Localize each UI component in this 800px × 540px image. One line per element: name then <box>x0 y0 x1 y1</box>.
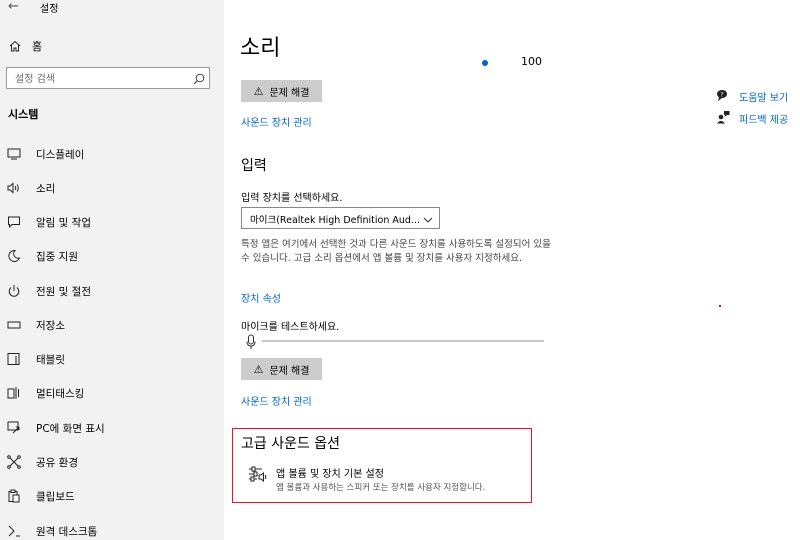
back-arrow-icon[interactable]: ← <box>8 0 19 14</box>
get-help-link[interactable]: ? 도움말 보기 <box>716 87 788 106</box>
input-description: 특정 앱은 여기에서 선택한 것과 다른 사운드 장치를 사용하도록 설정되어 … <box>241 239 551 264</box>
cursor-marker <box>719 305 721 307</box>
app-volume-settings-title: 앱 볼륨 및 장치 기본 설정 <box>276 469 384 480</box>
home-icon <box>6 40 24 52</box>
clipboard-icon <box>6 488 22 504</box>
sidebar-item-remote-desktop[interactable]: 원격 데스크톱 <box>6 522 216 540</box>
search-box[interactable] <box>6 67 210 89</box>
volume-value: 100 <box>521 55 542 68</box>
output-troubleshoot-button[interactable]: ⚠ 문제 해결 <box>241 80 322 102</box>
sidebar-item-label: 알림 및 작업 <box>36 216 91 229</box>
microphone-icon <box>246 334 256 354</box>
moon-icon <box>6 248 22 264</box>
multitasking-icon <box>6 385 22 401</box>
link-label: 피드백 제공 <box>739 115 789 126</box>
storage-icon <box>6 317 22 333</box>
sidebar-item-label: 소리 <box>36 182 56 195</box>
sidebar-item-label: 클립보드 <box>36 490 75 503</box>
search-icon[interactable] <box>192 71 206 90</box>
power-icon <box>6 283 22 299</box>
give-feedback-link[interactable]: 피드백 제공 <box>716 109 788 128</box>
window-title: 설정 <box>40 4 59 15</box>
mic-test-label: 마이크를 테스트하세요. <box>241 322 340 333</box>
remote-desktop-icon <box>6 523 22 539</box>
sidebar-item-label: 전원 및 절전 <box>36 285 91 298</box>
sidebar-item-label: PC에 화면 표시 <box>36 422 105 435</box>
sidebar-item-storage[interactable]: 저장소 <box>6 316 216 334</box>
button-label: 문제 해결 <box>269 365 310 377</box>
monitor-icon <box>6 146 22 162</box>
search-input[interactable] <box>13 70 187 88</box>
device-properties-link[interactable]: 장치 속성 <box>241 290 281 305</box>
sidebar-item-power[interactable]: 전원 및 절전 <box>6 282 216 300</box>
tablet-icon <box>6 351 22 367</box>
notification-icon <box>6 214 22 230</box>
sidebar-item-display[interactable]: 디스플레이 <box>6 145 216 163</box>
sidebar-item-label: 태블릿 <box>36 353 65 366</box>
feedback-icon <box>716 109 730 128</box>
sidebar-item-clipboard[interactable]: 클립보드 <box>6 487 216 505</box>
button-label: 문제 해결 <box>269 87 310 99</box>
warning-icon: ⚠ <box>253 362 264 376</box>
input-troubleshoot-button[interactable]: ⚠ 문제 해결 <box>241 358 322 380</box>
mixer-icon <box>248 466 268 488</box>
sidebar-item-home[interactable]: 홈 <box>6 37 42 55</box>
link-label: 도움말 보기 <box>739 93 789 104</box>
sidebar-item-label: 집중 지원 <box>36 250 78 263</box>
page-title: 소리 <box>240 36 281 61</box>
warning-icon: ⚠ <box>253 84 264 98</box>
sidebar-section-title: 시스템 <box>8 108 39 121</box>
sidebar-item-multitasking[interactable]: 멀티태스킹 <box>6 384 216 402</box>
shared-experience-icon <box>6 454 22 470</box>
advanced-section-heading: 고급 사운드 옵션 <box>241 436 341 452</box>
sidebar-item-sound[interactable]: 소리 <box>6 179 216 197</box>
dropdown-selected-value: 마이크(Realtek High Definition Aud... <box>250 215 420 226</box>
sidebar-item-label: 디스플레이 <box>36 148 85 161</box>
svg-text:?: ? <box>720 92 723 99</box>
sidebar-item-label: 홈 <box>32 40 43 53</box>
app-volume-settings-description: 앱 볼륨과 사용하는 스피커 또는 장치를 사용자 지정합니다. <box>276 483 486 493</box>
sidebar-item-label: 공유 환경 <box>36 456 78 469</box>
input-device-dropdown[interactable]: 마이크(Realtek High Definition Aud... <box>241 207 440 229</box>
sidebar-item-shared-experiences[interactable]: 공유 환경 <box>6 453 216 471</box>
input-manage-devices-link[interactable]: 사운드 장치 관리 <box>241 393 312 408</box>
project-icon <box>6 420 22 436</box>
output-manage-devices-link[interactable]: 사운드 장치 관리 <box>241 114 312 129</box>
sidebar-item-focus-assist[interactable]: 집중 지원 <box>6 247 216 265</box>
sidebar: ← 설정 홈 시스템 디스플레이 소리 알림 및 작업 집 <box>0 0 224 540</box>
sidebar-item-label: 원격 데스크톱 <box>36 525 98 538</box>
volume-slider-thumb[interactable] <box>482 60 488 66</box>
speaker-icon <box>6 180 22 196</box>
sidebar-item-notifications[interactable]: 알림 및 작업 <box>6 213 216 231</box>
app-volume-settings-item[interactable]: 앱 볼륨 및 장치 기본 설정 앱 볼륨과 사용하는 스피커 또는 장치를 사용… <box>246 463 530 501</box>
input-select-label: 입력 장치를 선택하세요. <box>241 193 343 204</box>
mic-level-meter <box>262 340 544 342</box>
sidebar-item-tablet[interactable]: 태블릿 <box>6 350 216 368</box>
sidebar-item-label: 저장소 <box>36 319 65 332</box>
input-section-heading: 입력 <box>241 158 267 174</box>
sidebar-item-label: 멀티태스킹 <box>36 387 85 400</box>
sidebar-item-project[interactable]: PC에 화면 표시 <box>6 419 216 437</box>
chevron-down-icon <box>422 211 434 230</box>
help-chat-icon: ? <box>716 87 730 106</box>
